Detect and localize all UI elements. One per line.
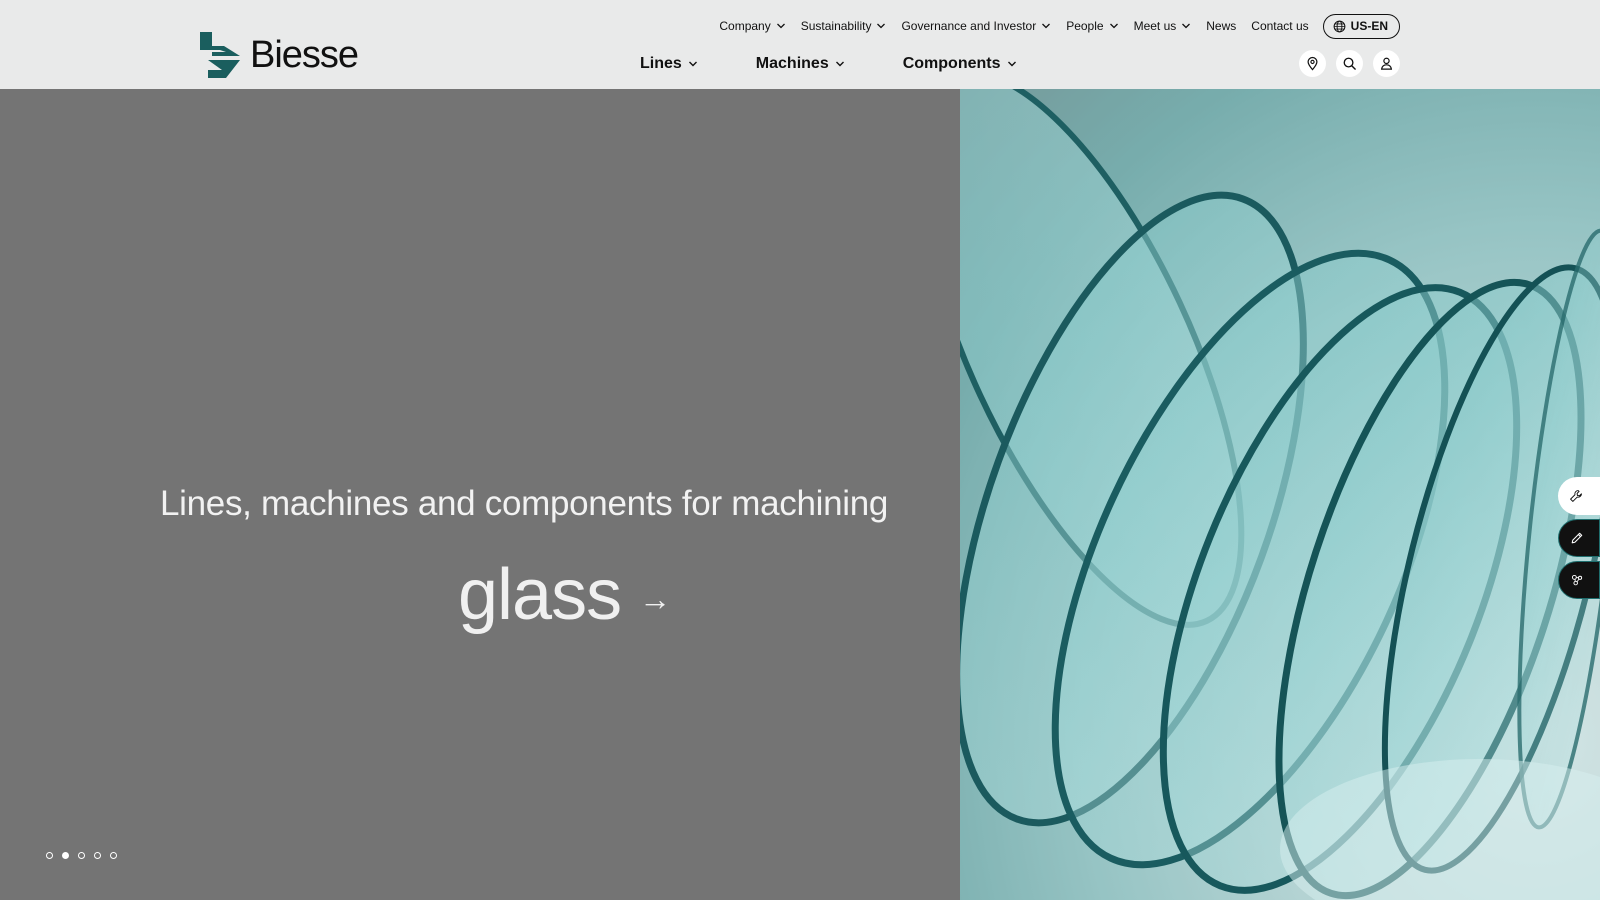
slider-pagination bbox=[46, 852, 117, 859]
topnav-label: Sustainability bbox=[800, 19, 872, 33]
mainnav-label: Components bbox=[902, 55, 1001, 72]
network-icon bbox=[1571, 574, 1583, 586]
hero-headline: Lines, machines and components for machi… bbox=[160, 484, 889, 523]
topnav-news[interactable]: News bbox=[1206, 19, 1236, 33]
slider-dot-4[interactable] bbox=[94, 852, 101, 859]
topnav-label: Contact us bbox=[1251, 19, 1309, 33]
account-button[interactable] bbox=[1373, 50, 1400, 77]
topnav-company[interactable]: Company bbox=[719, 19, 785, 33]
share-network-button[interactable] bbox=[1558, 561, 1600, 599]
glass-discs-illustration bbox=[960, 89, 1600, 900]
mainnav-components[interactable]: Components bbox=[903, 55, 1017, 73]
chevron-down-icon bbox=[835, 61, 844, 67]
hero-material-link[interactable]: glass → bbox=[458, 559, 671, 631]
utility-buttons bbox=[1299, 50, 1400, 77]
service-tool-button[interactable] bbox=[1558, 477, 1600, 515]
topnav-label: People bbox=[1066, 19, 1104, 33]
topnav-label: News bbox=[1206, 19, 1237, 33]
chevron-down-icon bbox=[1109, 23, 1118, 29]
chevron-down-icon bbox=[1007, 61, 1016, 67]
topnav-label: Company bbox=[719, 19, 771, 33]
site-header: Biesse Company Sustainability Governance… bbox=[0, 0, 1600, 89]
mainnav-label: Machines bbox=[755, 55, 829, 72]
chevron-down-icon bbox=[776, 23, 785, 29]
slider-dot-1[interactable] bbox=[46, 852, 53, 859]
biesse-logo[interactable]: Biesse bbox=[198, 30, 359, 80]
language-selector-button[interactable]: US-EN bbox=[1322, 13, 1400, 39]
slider-dot-3[interactable] bbox=[78, 852, 85, 859]
store-locator-button[interactable] bbox=[1299, 50, 1326, 77]
hero-text-panel: Lines, machines and components for machi… bbox=[0, 89, 960, 900]
brand-name: Biesse bbox=[250, 34, 359, 76]
search-button[interactable] bbox=[1336, 50, 1363, 77]
quote-request-button[interactable] bbox=[1558, 519, 1600, 557]
chevron-down-icon bbox=[1042, 23, 1051, 29]
slider-dot-2[interactable] bbox=[62, 852, 69, 859]
hero-section: Lines, machines and components for machi… bbox=[0, 89, 1600, 900]
topnav-people[interactable]: People bbox=[1066, 19, 1118, 33]
topnav-governance[interactable]: Governance and Investor bbox=[901, 19, 1051, 33]
main-navigation: Lines Machines Components bbox=[640, 50, 1075, 78]
topnav-contact-us[interactable]: Contact us bbox=[1251, 19, 1308, 33]
mainnav-lines[interactable]: Lines bbox=[640, 55, 698, 73]
globe-icon bbox=[1333, 20, 1346, 32]
chevron-down-icon bbox=[1182, 23, 1191, 29]
search-icon bbox=[1343, 57, 1356, 70]
top-navigation: Company Sustainability Governance and In… bbox=[704, 13, 1400, 39]
topnav-label: Governance and Investor bbox=[901, 19, 1037, 33]
topnav-sustainability[interactable]: Sustainability bbox=[801, 19, 887, 33]
hero-image-glass-discs bbox=[960, 89, 1600, 900]
wrench-icon bbox=[1570, 490, 1582, 502]
slider-dot-5[interactable] bbox=[110, 852, 117, 859]
topnav-label: Meet us bbox=[1133, 19, 1177, 33]
user-icon bbox=[1380, 57, 1393, 70]
arrow-right-icon: → bbox=[639, 581, 672, 617]
language-code: US-EN bbox=[1350, 19, 1388, 33]
topnav-meet-us[interactable]: Meet us bbox=[1134, 19, 1192, 33]
mainnav-machines[interactable]: Machines bbox=[756, 55, 845, 73]
chevron-down-icon bbox=[688, 61, 697, 67]
chevron-down-icon bbox=[877, 23, 886, 29]
mainnav-label: Lines bbox=[640, 55, 682, 72]
floating-side-tools bbox=[1558, 477, 1600, 599]
location-pin-icon bbox=[1307, 56, 1318, 71]
hero-material-word: glass bbox=[458, 555, 622, 635]
biesse-logo-mark-icon bbox=[200, 32, 240, 78]
pencil-icon bbox=[1571, 532, 1583, 544]
